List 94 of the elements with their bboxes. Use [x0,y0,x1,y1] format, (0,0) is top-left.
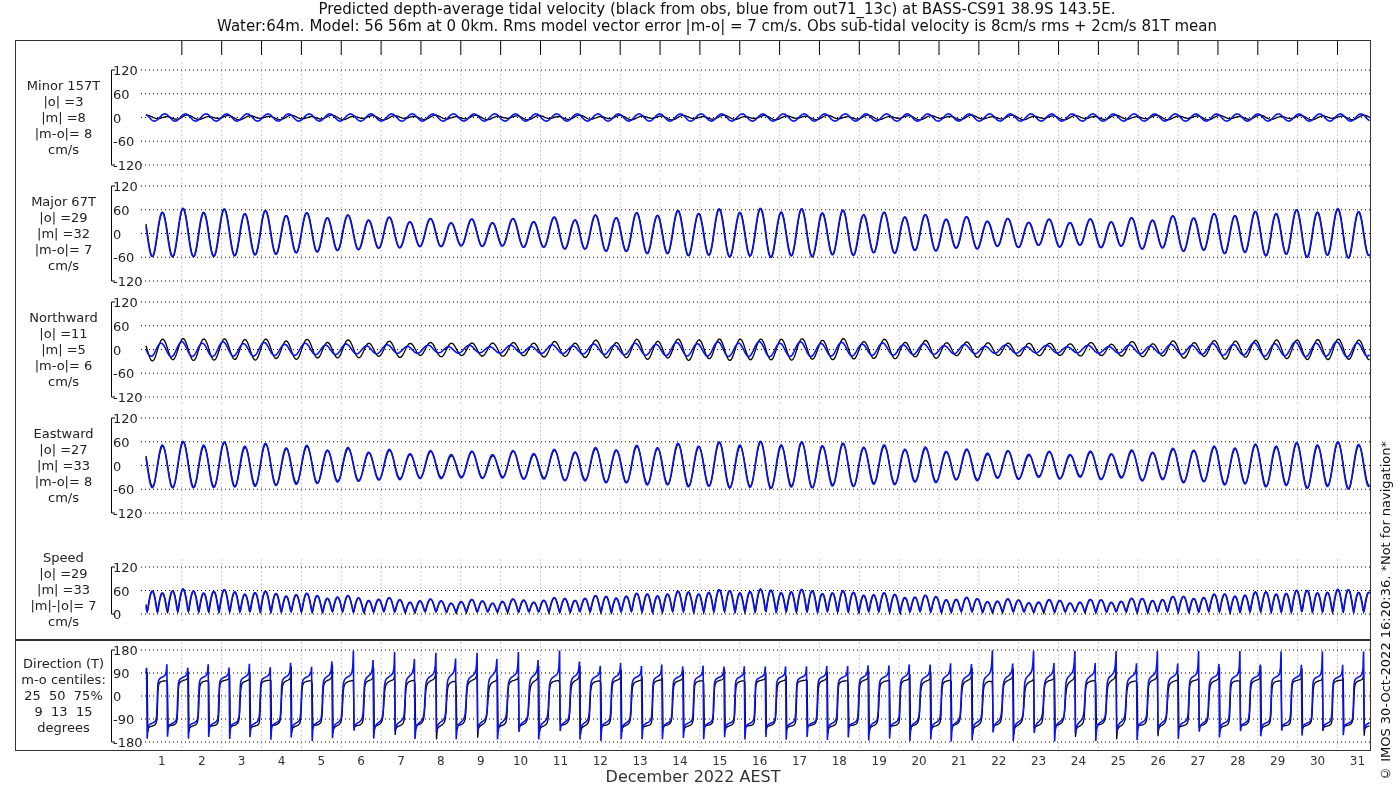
stat-label: |o| =3 [43,93,84,110]
stat-label: |o| =11 [39,325,88,342]
day-label: 6 [357,754,365,768]
tick-label: 0 [113,226,122,242]
tick-label: 0 [113,606,122,622]
stat-label: |m| =32 [37,225,90,242]
chart-title: Predicted depth-average tidal velocity (black from obs, blue from out71_13c) at BASS-CS91 38.9S 143.5E. [318,1,1116,18]
stat-label: Speed [43,550,84,566]
stat-label: |m|-|o|= 7 [30,598,97,614]
stat-label: Direction (T) [23,655,104,672]
day-label: 10 [512,754,529,768]
day-label: 4 [277,754,286,768]
stat-label: |o| =29 [39,566,88,582]
tick-label: -120 [113,390,143,405]
day-label: 16 [752,754,768,768]
stat-label: Minor 157T [26,77,101,94]
tick-label: 0 [113,342,122,358]
day-label: 14 [672,754,688,768]
stat-label: |o| =29 [39,209,88,226]
stat-label: |m| =5 [41,341,86,358]
stat-label: cm/s [48,614,79,630]
tick-label: -90 [113,711,135,727]
tick-label: 60 [113,318,130,334]
stat-label: |m| =33 [37,457,90,474]
tick-label: -60 [113,250,135,266]
day-label: 3 [237,754,246,768]
tick-label: -60 [113,482,135,498]
day-label: 13 [632,754,648,768]
stat-label: cm/s [48,141,79,158]
stat-label: 25 50 75% [24,687,103,704]
day-label: 23 [1031,754,1047,768]
tick-label: 120 [113,559,138,575]
tick-label: 0 [113,458,122,474]
stat-label: |m-o|= 8 [34,125,93,142]
tick-label: 60 [113,434,130,450]
stat-label: degrees [37,719,90,736]
day-label: 7 [397,754,405,768]
stat-label: |m-o|= 7 [34,241,93,258]
day-label: 21 [951,754,967,768]
day-label: 17 [791,754,808,768]
day-label: 11 [552,754,569,768]
tick-label: 0 [113,688,122,704]
stat-label: m-o centiles: [21,671,106,688]
day-label: 25 [1110,754,1126,768]
tick-label: -180 [113,734,143,750]
stat-label: |m| =33 [37,582,90,598]
y-axis [111,566,116,614]
chart-title: Water:64m. Model: 56 56m at 0 0km. Rms model vector error |m-o| = 7 cm/s. Obs sub-tidal velocity is 8cm/s rms + 2cm/s 81T mean [217,18,1217,35]
day-label: 24 [1070,754,1087,768]
tick-label: 90 [113,665,130,681]
day-label: 15 [712,754,728,768]
stat-label: cm/s [48,373,79,390]
tick-label: 180 [113,642,138,658]
stat-label: cm/s [48,489,79,506]
tick-label: -120 [113,506,143,521]
tick-label: 60 [113,202,130,218]
day-label: 28 [1230,754,1246,768]
day-label: 30 [1309,754,1326,768]
tick-label: -120 [113,274,143,289]
day-label: 2 [197,754,206,768]
day-label: 19 [871,754,887,768]
tick-label: 120 [113,63,138,78]
stat-label: cm/s [48,257,79,274]
day-label: 1 [158,754,166,768]
tick-label: -60 [113,366,135,382]
day-label: 31 [1349,754,1366,768]
day-label: 20 [911,754,927,768]
axis-title: December 2022 AEST [605,768,781,786]
copyright-note: © IMOS 30-Oct-2022 16:20:36. *Not for navigation* [1378,441,1394,781]
tick-label: 60 [113,86,130,102]
tick-label: 120 [113,295,138,310]
stat-label: Eastward [33,425,94,442]
tick-label: -60 [113,134,135,150]
day-label: 27 [1190,754,1206,768]
day-label: 9 [476,754,485,768]
day-label: 5 [317,754,326,768]
day-label: 26 [1150,754,1166,768]
stat-label: |m-o|= 8 [34,473,93,490]
stat-label: |o| =27 [39,441,88,458]
tick-label: 120 [113,179,138,194]
stat-label: |m| =8 [41,109,86,126]
stat-label: 9 13 15 [34,703,93,720]
tick-label: 0 [113,110,122,126]
stat-label: |m-o|= 6 [34,357,93,374]
tick-label: -120 [113,158,143,173]
day-label: 18 [831,754,847,768]
day-label: 12 [592,754,608,768]
day-label: 8 [437,754,445,768]
tick-label: 120 [113,411,138,426]
stat-label: Northward [29,309,98,326]
day-label: 29 [1270,754,1286,768]
stat-label: Major 67T [31,193,96,210]
day-label: 22 [991,754,1007,768]
tick-label: 60 [113,583,130,598]
